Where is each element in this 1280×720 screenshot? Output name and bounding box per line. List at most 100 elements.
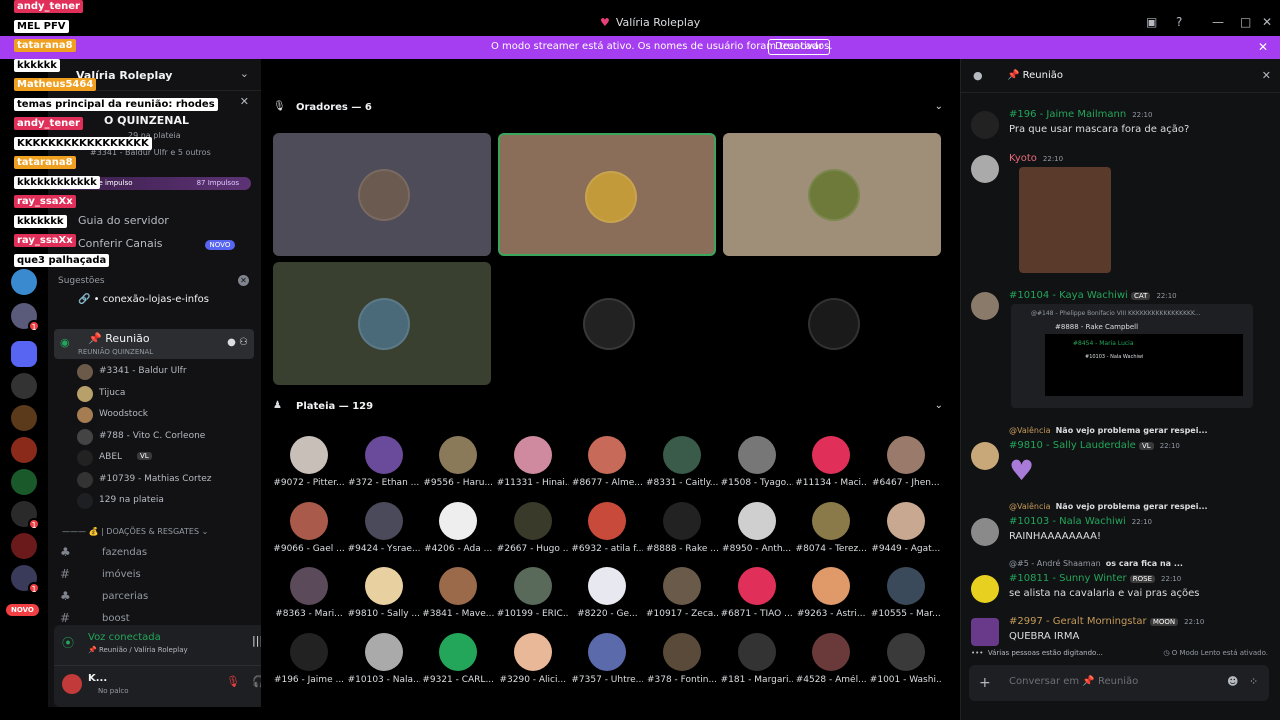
audience-member[interactable]: #10103 - Nala... [348,632,420,693]
speaker-tile[interactable] [273,133,491,256]
close-banner-icon[interactable]: ✕ [1258,40,1268,54]
avatar[interactable] [971,155,999,183]
message-author[interactable]: #10811 - Sunny Winter [1009,573,1127,584]
speaker-tile[interactable] [498,262,716,385]
audience-member[interactable]: #9810 - Sally ... [348,567,420,627]
message-author[interactable]: #196 - Jaime Mailmann [1009,109,1126,120]
audience-member[interactable]: #3290 - Alici... [497,632,569,693]
avatar[interactable] [971,442,999,470]
server-icon[interactable] [11,469,37,495]
close-suggestions-icon[interactable]: ✕ [238,275,249,286]
audience-member[interactable]: #372 - Ethan ... [348,436,420,496]
plus-icon[interactable]: + [979,675,991,691]
speaker-tile[interactable] [723,262,941,385]
minimize-button[interactable]: — [1212,15,1224,29]
message-author[interactable]: #10104 - Kaya Wachiwi [1009,290,1128,301]
speaker-tile[interactable] [273,262,491,385]
inbox-icon[interactable]: ▣ [1146,15,1157,29]
reply-preview[interactable]: @Valência Não vejo problema gerar respei… [1009,426,1208,435]
audience-member[interactable]: #7357 - Uhtre... [571,632,643,693]
audience-member[interactable]: #9263 - Astri... [795,567,867,627]
audience-member[interactable]: #9424 - Ysrae... [348,501,420,562]
audience-member[interactable]: #6932 - atila f... [571,501,643,562]
audience-member[interactable]: #378 - Fontin... [646,632,718,693]
channel-fazendas[interactable]: ♣ fazendas [60,544,250,562]
audience-member[interactable]: #9066 - Gael ... [273,501,345,562]
audience-member[interactable]: #8677 - Alme... [571,436,643,496]
avatar[interactable] [971,618,999,646]
server-icon[interactable]: 1 [11,565,40,594]
server-guide-link[interactable]: Guia do servidor [78,214,169,227]
avatar[interactable] [971,575,999,603]
audience-member[interactable]: #6871 - TIAO ... [721,567,793,627]
channel-parcerias[interactable]: ♣ parcerias [60,588,250,606]
server-icon[interactable] [11,533,37,559]
guild-header[interactable]: Valíria Roleplay ⌄ [48,59,261,91]
mic-muted-icon[interactable]: 🎙 [226,675,240,688]
voice-user[interactable]: #788 - Vito C. Corleone [77,428,257,446]
maximize-button[interactable]: □ [1240,15,1251,29]
avatar[interactable] [62,674,82,694]
voice-user[interactable]: 129 na plateia [77,492,257,510]
voice-user[interactable]: Woodstock [77,406,257,424]
speaker-tile[interactable] [498,133,716,256]
audience-member[interactable]: #1508 - Tyago... [721,436,793,496]
audience-member[interactable]: #11134 - Maci... [795,436,867,496]
audience-member[interactable]: #10917 - Zeca... [646,567,718,627]
close-window-button[interactable]: ✕ [1262,15,1272,29]
disable-streamer-button[interactable]: Desativar [768,39,831,55]
audience-member[interactable]: #196 - Jaime ... [273,632,345,693]
avatar[interactable] [971,111,999,139]
message-composer[interactable]: + Conversar em 📌 Reunião ☻ ⁘ [969,665,1269,701]
audience-member[interactable]: #1001 - Washi... [870,632,942,693]
apps-icon[interactable]: ⁘ [1249,675,1258,688]
audience-member[interactable]: #8363 - Mari... [273,567,345,627]
server-icon[interactable] [11,269,37,295]
message-screenshot[interactable]: @#148 - Phelippe Bonifacio VIII KKKKKKKK… [1011,304,1253,408]
close-icon[interactable]: ✕ [240,95,249,108]
voice-user[interactable]: Tijuca [77,385,257,403]
message-author[interactable]: Kyoto [1009,153,1037,164]
audience-member[interactable]: #8331 - Caitly... [646,436,718,496]
chat-icon[interactable]: ● ⚇ [227,337,248,348]
server-icon[interactable] [11,405,37,431]
message-author[interactable]: #2997 - Geralt Morningstar [1009,616,1147,627]
audience-member[interactable]: #3841 - Mave... [422,567,494,627]
audience-member[interactable]: #9556 - Haru... [422,436,494,496]
close-chat-icon[interactable]: ✕ [1262,69,1271,82]
voice-user[interactable]: #3341 - Baldur Ulfr [77,363,257,381]
reply-preview[interactable]: @Valência Não vejo problema gerar respei… [1009,502,1208,511]
voice-user[interactable]: #10739 - Mathias Cortez [77,471,257,489]
audience-member[interactable]: #8950 - Anth... [721,501,793,562]
voice-channel-reuniao[interactable]: ◉ 📌 Reunião REUNIÃO QUINZENAL ● ⚇ [54,329,254,359]
browse-channels-link[interactable]: Conferir Canais NOVO [78,237,236,250]
event-card[interactable]: ✕ O QUINZENAL 29 na plateia #3341 - Bald… [48,91,261,163]
audience-member[interactable]: #9449 - Agat... [870,501,942,562]
audience-member[interactable]: #10199 - ERIC... [497,567,569,627]
emoji-icon[interactable]: ☻ [1227,675,1238,688]
help-icon[interactable]: ? [1176,15,1182,29]
channel-imoveis[interactable]: # imóveis [60,566,250,584]
voice-user[interactable]: ABEL VL [77,449,257,467]
chevron-down-icon[interactable]: ⌄ [935,101,943,112]
category-donations[interactable]: ——— 💰 | DOAÇÕES & RESGATES ⌄ [62,527,208,536]
avatar[interactable] [971,518,999,546]
audience-member[interactable]: #2667 - Hugo ... [497,501,569,562]
suggested-channel[interactable]: 🔗 • conexão-lojas-e-infos [78,294,209,305]
audience-member[interactable]: #4206 - Ada ... [422,501,494,562]
audience-member[interactable]: #181 - Margari... [721,632,793,693]
audience-member[interactable]: #9321 - CARL... [422,632,494,693]
speaker-tile[interactable] [723,133,941,256]
folder-icon[interactable] [11,341,37,367]
audience-member[interactable]: #11331 - Hinai... [497,436,569,496]
reply-preview[interactable]: @#5 - André Shaaman os cara fica na ... [1009,559,1183,568]
audience-member[interactable]: #10555 - Mar... [870,567,942,627]
message-author[interactable]: #10103 - Nala Wachiwi [1009,516,1126,527]
audience-member[interactable]: #4528 - Amél... [795,632,867,693]
message-author[interactable]: #9810 - Sally Lauderdale [1009,440,1136,451]
server-icon[interactable]: 1 [11,303,40,332]
audience-member[interactable]: #8074 - Terez... [795,501,867,562]
audience-member[interactable]: #9072 - Pitter... [273,436,345,496]
boost-progress[interactable]: de impulso 87 Impulsos [52,177,251,190]
audience-member[interactable]: #8220 - Ge... [571,567,643,627]
